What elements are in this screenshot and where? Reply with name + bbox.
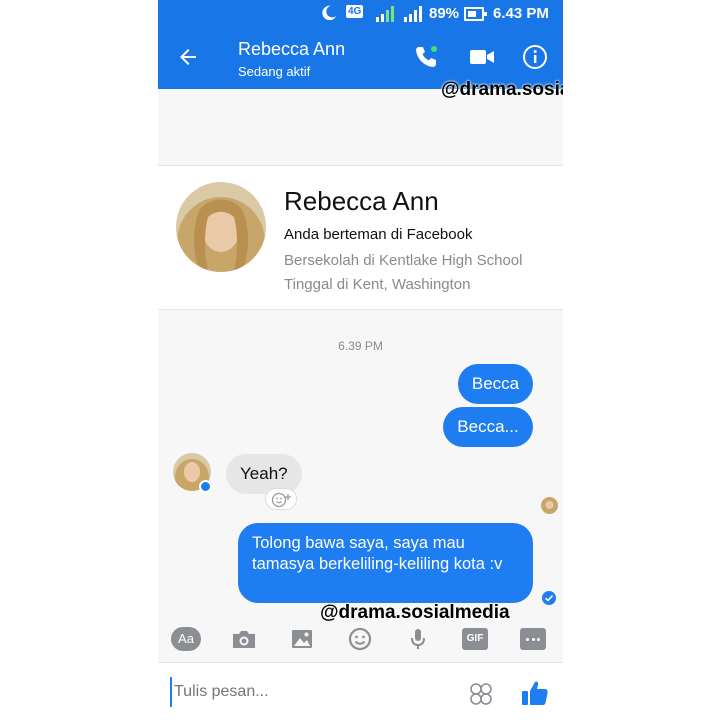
video-call-icon[interactable] <box>468 46 496 68</box>
compose-toolbar: Aa GIF <box>158 622 563 658</box>
signal-icon <box>404 6 422 22</box>
messenger-badge-icon <box>199 480 212 493</box>
sent-message[interactable]: Becca... <box>443 407 533 447</box>
seen-indicator-avatar <box>541 497 558 514</box>
profile-name: Rebecca Ann <box>284 186 439 216</box>
camera-icon[interactable] <box>230 626 258 652</box>
timestamp-text: 6.39 PM <box>338 339 383 353</box>
moon-icon <box>322 5 337 21</box>
battery-percent: 89% <box>429 5 460 22</box>
sent-message[interactable]: Becca <box>458 364 533 404</box>
info-icon[interactable] <box>522 44 548 70</box>
gif-button[interactable]: GIF <box>462 628 488 650</box>
stickers-icon[interactable] <box>468 681 494 707</box>
thumbs-up-icon[interactable] <box>520 679 550 707</box>
contact-name[interactable]: Rebecca Ann <box>238 39 345 60</box>
microphone-icon[interactable] <box>404 626 432 652</box>
more-icon[interactable] <box>520 628 546 650</box>
status-bar: 4G 89% 6.43 PM <box>158 0 563 28</box>
compose-bar <box>158 662 563 720</box>
emoji-icon[interactable] <box>346 626 374 652</box>
location-info: Tinggal di Kent, Washington <box>284 276 471 293</box>
clock: 6.43 PM <box>493 5 549 22</box>
add-reaction-icon <box>271 492 291 508</box>
battery-icon <box>464 7 487 21</box>
school-info: Bersekolah di Kentlake High School <box>284 252 523 269</box>
watermark-text: @drama.sosialmedia <box>320 602 510 623</box>
back-arrow-icon[interactable] <box>176 45 200 69</box>
message-input[interactable] <box>170 677 450 707</box>
add-reaction-button[interactable] <box>265 488 297 510</box>
text-format-button[interactable]: Aa <box>171 627 201 651</box>
phone-call-icon[interactable] <box>413 44 439 70</box>
watermark-text: @drama.sosialmedia <box>441 79 563 100</box>
profile-card: Rebecca Ann Anda berteman di Facebook Be… <box>158 165 563 310</box>
avatar[interactable] <box>176 182 266 272</box>
message-timestamp: 6.39 PM <box>158 339 563 353</box>
messenger-screen: 4G 89% 6.43 PM Rebecca Ann Sedang aktif … <box>158 0 563 720</box>
image-icon[interactable] <box>288 626 316 652</box>
friend-note: Anda berteman di Facebook <box>284 226 473 243</box>
active-status: Sedang aktif <box>238 64 311 79</box>
sent-message[interactable]: Tolong bawa saya, saya mau tamasya berke… <box>238 523 533 603</box>
signal-icon <box>376 6 394 22</box>
network-badge: 4G <box>346 5 364 18</box>
screenshot-canvas: 4G 89% 6.43 PM Rebecca Ann Sedang aktif … <box>0 0 720 720</box>
delivered-check-icon <box>542 591 556 605</box>
